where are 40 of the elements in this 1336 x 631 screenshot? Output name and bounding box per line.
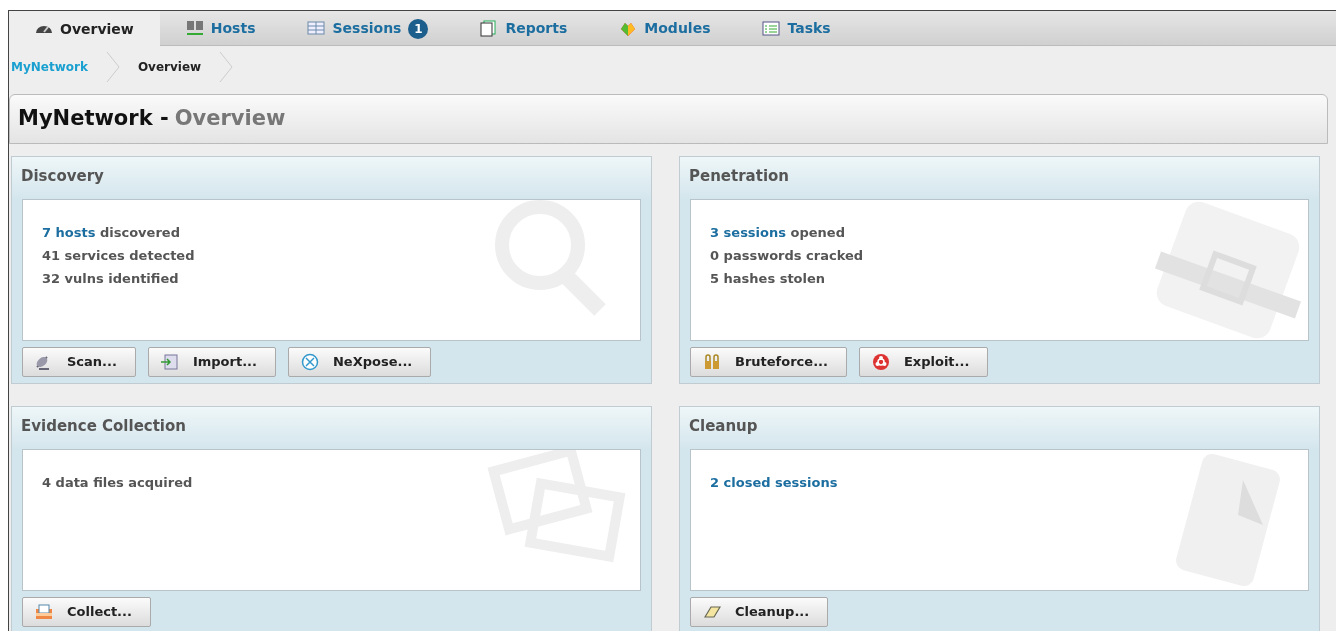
stat-line: 7 hosts discovered bbox=[42, 224, 181, 242]
tray-icon bbox=[35, 603, 53, 621]
stat-line: 3 sessions opened bbox=[710, 224, 846, 242]
breadcrumb-separator-icon bbox=[219, 52, 234, 82]
breadcrumb-separator-icon bbox=[105, 52, 120, 82]
tab[interactable]: Sessions 1 bbox=[281, 11, 455, 46]
action-button[interactable]: Exploit... bbox=[858, 347, 989, 377]
stat-line: 0 passwords cracked bbox=[710, 247, 865, 265]
import-icon bbox=[160, 353, 179, 371]
blocks-icon bbox=[619, 20, 638, 37]
stat-link[interactable]: 7 hosts bbox=[42, 225, 96, 240]
stat-link[interactable]: 3 sessions bbox=[710, 225, 786, 240]
section-title: Overview bbox=[174, 105, 286, 133]
stat-line: 4 data files acquired bbox=[42, 474, 194, 492]
action-button[interactable]: Collect... bbox=[22, 597, 151, 627]
tab[interactable]: Modules bbox=[593, 11, 737, 46]
stat-line: 5 hashes stolen bbox=[710, 270, 827, 288]
breadcrumb-item: Overview bbox=[136, 59, 203, 76]
action-button[interactable]: NeXpose... bbox=[288, 347, 432, 377]
tab[interactable]: Tasks bbox=[736, 11, 857, 46]
eraser-icon bbox=[703, 603, 721, 621]
padlocks-icon bbox=[703, 353, 721, 371]
tab[interactable]: Overview bbox=[9, 11, 160, 47]
biohazard-icon bbox=[871, 353, 890, 371]
action-button[interactable]: Scan... bbox=[22, 347, 136, 377]
count-badge: 1 bbox=[408, 18, 429, 39]
action-button[interactable]: Cleanup... bbox=[690, 597, 829, 627]
stat-line: 41 services detected bbox=[42, 247, 196, 265]
tab[interactable]: Reports bbox=[454, 11, 594, 46]
stat-line: 32 vulns identified bbox=[42, 270, 180, 288]
tab[interactable]: Hosts bbox=[159, 11, 282, 46]
checklist-icon bbox=[762, 20, 781, 37]
servers-icon bbox=[185, 20, 204, 37]
table-icon bbox=[307, 20, 326, 37]
project-title: MyNetwork - bbox=[18, 105, 169, 133]
action-button[interactable]: Bruteforce... bbox=[690, 347, 847, 377]
cross-circle-icon bbox=[301, 353, 319, 371]
pages-icon bbox=[480, 20, 499, 37]
stat-link[interactable]: 2 closed sessions bbox=[710, 475, 838, 490]
action-button[interactable]: Import... bbox=[147, 347, 276, 377]
